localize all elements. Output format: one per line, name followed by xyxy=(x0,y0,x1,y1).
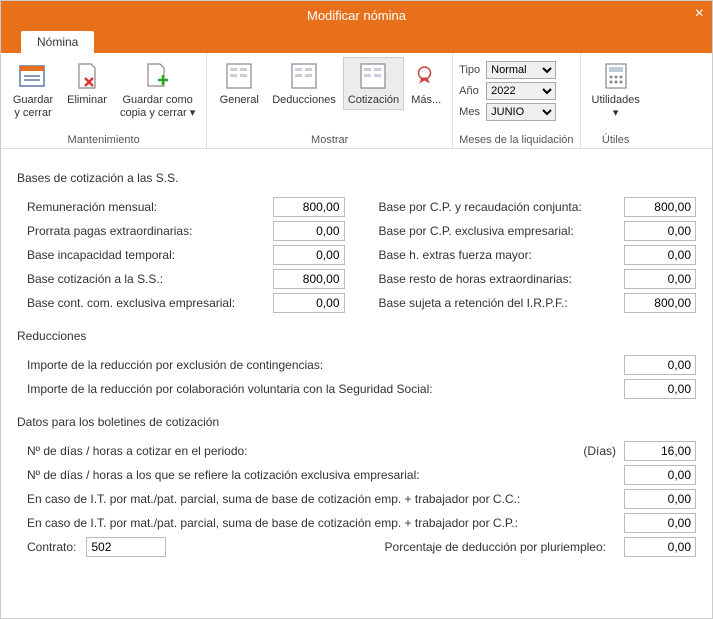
cont-com-input[interactable] xyxy=(273,293,345,313)
save-copy-button[interactable]: Guardar comocopia y cerrar ▾ xyxy=(115,57,200,123)
incapacidad-label: Base incapacidad temporal: xyxy=(17,248,273,262)
cp-excl-label: Base por C.P. exclusiva empresarial: xyxy=(369,224,625,238)
save-icon xyxy=(17,60,49,92)
content-pane: Bases de cotización a las S.S. Remunerac… xyxy=(1,149,712,569)
it-cp-input[interactable] xyxy=(624,513,696,533)
deducciones-button[interactable]: Deducciones xyxy=(267,57,341,110)
section-boletines-title: Datos para los boletines de cotización xyxy=(17,415,696,429)
group-label-mantenimiento: Mantenimiento xyxy=(7,132,200,146)
tipo-label: Tipo xyxy=(459,64,480,76)
ribbon: Guardary cerrar Eliminar Guardar comocop… xyxy=(1,53,712,149)
tab-strip: Nómina xyxy=(1,29,712,53)
mes-label: Mes xyxy=(459,106,480,118)
group-utiles: Utilidades▾ Útiles xyxy=(581,53,651,148)
general-button[interactable]: General xyxy=(213,57,265,110)
incapacidad-input[interactable] xyxy=(273,245,345,265)
cotizacion-button[interactable]: Cotización xyxy=(343,57,404,110)
form-icon xyxy=(223,60,255,92)
ano-select[interactable]: 2022 xyxy=(486,82,556,100)
tab-nomina[interactable]: Nómina xyxy=(21,31,94,53)
cp-recaud-label: Base por C.P. y recaudación conjunta: xyxy=(369,200,625,214)
group-label-mostrar: Mostrar xyxy=(213,132,446,146)
window-title: Modificar nómina xyxy=(307,8,406,23)
utilidades-button[interactable]: Utilidades▾ xyxy=(587,57,645,123)
resto-extras-input[interactable] xyxy=(624,269,696,289)
contrato-label: Contrato: xyxy=(27,540,76,554)
remuneracion-label: Remuneración mensual: xyxy=(17,200,273,214)
it-cc-input[interactable] xyxy=(624,489,696,509)
it-cc-label: En caso de I.T. por mat./pat. parcial, s… xyxy=(17,492,624,506)
prorrata-label: Prorrata pagas extraordinarias: xyxy=(17,224,273,238)
exclusion-input[interactable] xyxy=(624,355,696,375)
group-mantenimiento: Guardary cerrar Eliminar Guardar comocop… xyxy=(1,53,207,148)
save-copy-icon xyxy=(142,60,174,92)
tipo-select[interactable]: Normal xyxy=(486,61,556,79)
form-icon xyxy=(357,60,389,92)
dias-periodo-units: (Días) xyxy=(583,444,624,458)
irpf-label: Base sujeta a retención del I.R.P.F.: xyxy=(369,296,625,310)
dias-periodo-label: Nº de días / horas a cotizar en el perio… xyxy=(17,444,583,458)
close-icon[interactable]: × xyxy=(695,5,704,23)
delete-button[interactable]: Eliminar xyxy=(61,57,113,110)
calculator-icon xyxy=(600,60,632,92)
exclusion-label: Importe de la reducción por exclusión de… xyxy=(17,358,624,372)
mes-select[interactable]: JUNIO xyxy=(486,103,556,121)
delete-icon xyxy=(71,60,103,92)
group-label-liquidacion: Meses de la liquidación xyxy=(459,132,573,146)
it-cp-label: En caso de I.T. por mat./pat. parcial, s… xyxy=(17,516,624,530)
remuneracion-input[interactable] xyxy=(273,197,345,217)
cp-excl-input[interactable] xyxy=(624,221,696,241)
group-label-utiles: Útiles xyxy=(587,132,645,146)
extras-fm-input[interactable] xyxy=(624,245,696,265)
porc-pluri-label: Porcentaje de deducción por pluriempleo: xyxy=(176,540,614,554)
cotizacion-ss-input[interactable] xyxy=(273,269,345,289)
badge-icon xyxy=(414,60,438,92)
save-close-button[interactable]: Guardary cerrar xyxy=(7,57,59,123)
prorrata-input[interactable] xyxy=(273,221,345,241)
cotizacion-ss-label: Base cotización a la S.S.: xyxy=(17,272,273,286)
irpf-input[interactable] xyxy=(624,293,696,313)
colaboracion-input[interactable] xyxy=(624,379,696,399)
dias-excl-label: Nº de días / horas a los que se refiere … xyxy=(17,468,624,482)
colaboracion-label: Importe de la reducción por colaboración… xyxy=(17,382,624,396)
section-bases-title: Bases de cotización a las S.S. xyxy=(17,171,696,185)
group-mostrar: General Deducciones Cotización xyxy=(207,53,453,148)
extras-fm-label: Base h. extras fuerza mayor: xyxy=(369,248,625,262)
dias-periodo-input[interactable] xyxy=(624,441,696,461)
dias-excl-input[interactable] xyxy=(624,465,696,485)
porc-pluri-input[interactable] xyxy=(624,537,696,557)
group-liquidacion: Tipo Normal Año 2022 Mes JUNIO Meses de … xyxy=(453,53,580,148)
resto-extras-label: Base resto de horas extraordinarias: xyxy=(369,272,625,286)
contrato-input[interactable] xyxy=(86,537,166,557)
cont-com-label: Base cont. com. exclusiva empresarial: xyxy=(17,296,273,310)
form-icon xyxy=(288,60,320,92)
section-reducciones-title: Reducciones xyxy=(17,329,696,343)
mas-button[interactable]: Más... xyxy=(406,57,446,110)
cp-recaud-input[interactable] xyxy=(624,197,696,217)
ano-label: Año xyxy=(459,85,480,97)
title-bar: Modificar nómina × xyxy=(1,1,712,29)
